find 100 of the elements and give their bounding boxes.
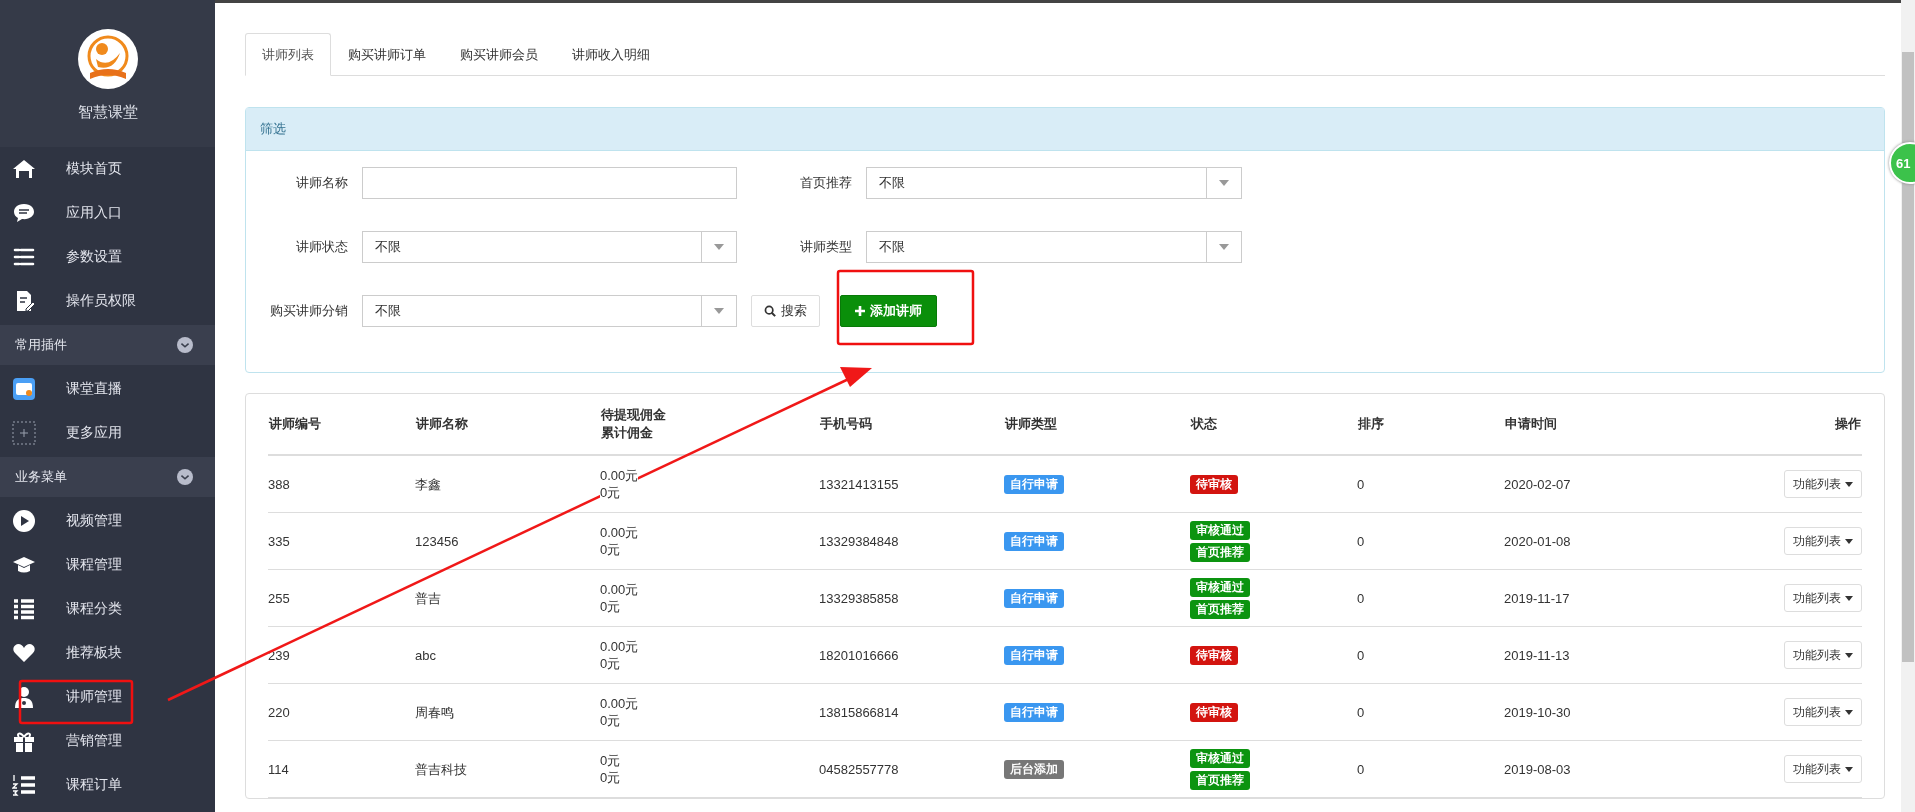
column-header: 操作 <box>1706 394 1862 455</box>
type-tag: 自行申请 <box>1004 645 1064 665</box>
field-label: 购买讲师分销 <box>269 302 349 320</box>
actions-dropdown-button[interactable]: 功能列表 <box>1784 584 1862 612</box>
actions-dropdown-button[interactable]: 功能列表 <box>1784 698 1862 726</box>
caret-icon <box>1845 481 1853 487</box>
status-tag: 审核通过 <box>1190 520 1250 540</box>
sidebar-item[interactable]: 模块首页 <box>0 147 215 191</box>
search-icon <box>764 305 776 317</box>
table-cell: 0 <box>1357 569 1504 627</box>
app-title: 智慧课堂 <box>77 103 138 122</box>
caret-icon <box>1845 595 1853 601</box>
sidebar-item[interactable]: 操作员权限 <box>0 279 215 323</box>
sidebar-item[interactable]: 更多应用 <box>0 411 215 455</box>
column-header: 讲师类型 <box>1004 394 1190 455</box>
menu-section-header[interactable]: 常用插件 <box>0 325 215 365</box>
type-tag: 自行申请 <box>1004 702 1064 722</box>
table-cell: 114 <box>268 740 415 798</box>
table-cell: 2020-02-07 <box>1504 455 1706 513</box>
caret-icon <box>1219 244 1229 250</box>
status-tag: 首页推荐 <box>1190 770 1250 790</box>
field-label: 讲师类型 <box>799 238 853 256</box>
caret-icon <box>1845 709 1853 715</box>
table-cell: 0.00元 0元 <box>600 467 639 501</box>
sidebar-item[interactable]: 推荐板块 <box>0 631 215 675</box>
gift-icon <box>12 729 36 753</box>
type-tag: 自行申请 <box>1004 474 1064 494</box>
menu-section-header[interactable]: 业务菜单 <box>0 457 215 497</box>
tab[interactable]: 讲师收入明细 <box>555 33 667 76</box>
actions-dropdown-button[interactable]: 功能列表 <box>1784 641 1862 669</box>
type-tag: 自行申请 <box>1004 588 1064 608</box>
play-circle-icon <box>12 509 36 533</box>
select-dropdown[interactable]: 不限 <box>362 231 737 263</box>
select-dropdown[interactable]: 不限 <box>362 295 737 327</box>
table-cell: 0 <box>1357 626 1504 684</box>
table-cell: 239 <box>268 626 415 684</box>
table-cell: 0 <box>1357 683 1504 741</box>
section-title: 业务菜单 <box>15 468 67 486</box>
caret-icon <box>1845 766 1853 772</box>
table-cell: 335 <box>268 512 415 570</box>
table-cell: 0.00元 0元 <box>600 695 639 729</box>
add-lecturer-button[interactable]: 添加讲师 <box>840 295 937 327</box>
status-tag: 待审核 <box>1190 702 1238 722</box>
sidebar-item[interactable]: 应用入口 <box>0 191 215 235</box>
search-button[interactable]: 搜索 <box>751 295 820 327</box>
caret-icon <box>714 308 724 314</box>
type-tag: 后台添加 <box>1004 759 1064 779</box>
tv-icon <box>12 377 36 401</box>
table-cell: 2020-01-08 <box>1504 512 1706 570</box>
table-cell: 0 <box>1357 740 1504 798</box>
table-cell: 2019-11-13 <box>1504 626 1706 684</box>
table-cell: 13815866814 <box>819 683 1004 741</box>
column-header: 讲师名称 <box>415 394 600 455</box>
tab[interactable]: 购买讲师会员 <box>443 33 555 76</box>
table-cell: 255 <box>268 569 415 627</box>
table-cell: 13329384848 <box>819 512 1004 570</box>
list-icon <box>12 597 36 621</box>
status-tag: 审核通过 <box>1190 577 1250 597</box>
tab[interactable]: 购买讲师订单 <box>331 33 443 76</box>
panel-heading: 筛选 <box>246 108 1884 151</box>
table-cell: 0元 0元 <box>600 752 621 786</box>
sidebar-item[interactable]: 课程订单 <box>0 763 215 807</box>
table-cell: 0.00元 0元 <box>600 524 639 558</box>
column-header: 待提现佣金 累计佣金 <box>600 394 819 455</box>
column-header: 申请时间 <box>1504 394 1706 455</box>
sidebar-item[interactable]: 课堂直播 <box>0 367 215 411</box>
table-cell: 18201016666 <box>819 626 1004 684</box>
sidebar-item[interactable]: 参数设置 <box>0 235 215 279</box>
status-tag: 审核通过 <box>1190 748 1250 768</box>
table-cell: 388 <box>268 455 415 513</box>
caret-icon <box>1845 652 1853 658</box>
select-dropdown[interactable]: 不限 <box>866 167 1242 199</box>
table-cell: 2019-11-17 <box>1504 569 1706 627</box>
sidebar-item[interactable]: 讲师管理 <box>0 675 215 719</box>
status-tag: 待审核 <box>1190 645 1238 665</box>
table-cell: 2019-08-03 <box>1504 740 1706 798</box>
column-header: 状态 <box>1190 394 1357 455</box>
caret-icon <box>1219 180 1229 186</box>
actions-dropdown-button[interactable]: 功能列表 <box>1784 755 1862 783</box>
table-cell: 13321413155 <box>819 455 1004 513</box>
status-tag: 首页推荐 <box>1190 599 1250 619</box>
field-label: 首页推荐 <box>799 174 853 192</box>
actions-dropdown-button[interactable]: 功能列表 <box>1784 470 1862 498</box>
table-cell: 2019-10-30 <box>1504 683 1706 741</box>
field-label: 讲师名称 <box>295 174 349 192</box>
sidebar-item[interactable]: 视频管理 <box>0 499 215 543</box>
tab[interactable]: 讲师列表 <box>245 33 331 76</box>
select-dropdown[interactable]: 不限 <box>866 231 1242 263</box>
sidebar-item[interactable]: 课程管理 <box>0 543 215 587</box>
status-tag: 首页推荐 <box>1190 542 1250 562</box>
input-field[interactable] <box>362 167 737 199</box>
table-cell: 13329385858 <box>819 569 1004 627</box>
sidebar-item[interactable]: 课程分类 <box>0 587 215 631</box>
column-header: 手机号码 <box>819 394 1004 455</box>
home-icon <box>12 157 36 181</box>
table-cell: 220 <box>268 683 415 741</box>
actions-dropdown-button[interactable]: 功能列表 <box>1784 527 1862 555</box>
numbered-list-icon <box>12 773 36 797</box>
status-tag: 待审核 <box>1190 474 1238 494</box>
sidebar-item[interactable]: 营销管理 <box>0 719 215 763</box>
